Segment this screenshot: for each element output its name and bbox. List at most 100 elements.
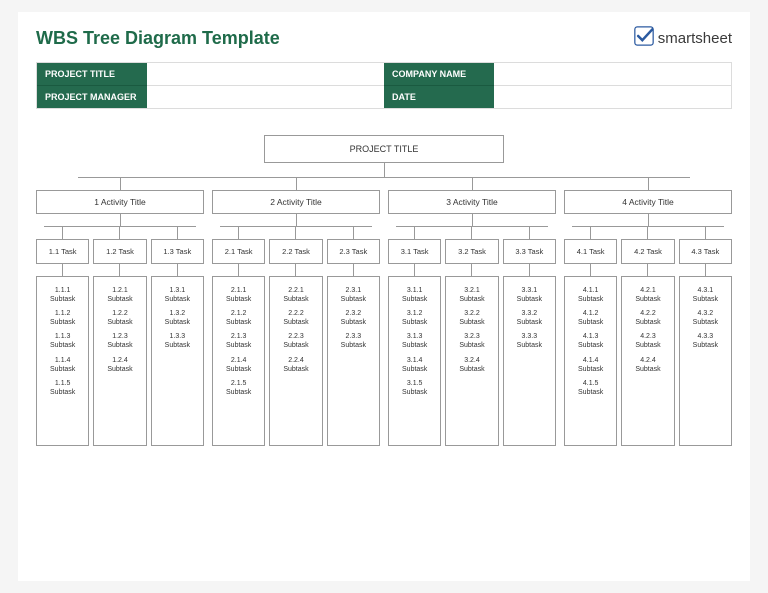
- subtask-item: 1.1.3Subtask: [39, 332, 86, 350]
- page: WBS Tree Diagram Template smartsheet PRO…: [18, 12, 750, 581]
- date-label: DATE: [384, 86, 494, 108]
- task-node: 4.3 Task: [679, 239, 732, 264]
- subtask-item: 4.1.4Subtask: [567, 356, 614, 374]
- connector: [471, 227, 472, 239]
- subtask-node: 1.1.1Subtask1.1.2Subtask1.1.3Subtask1.1.…: [36, 276, 89, 446]
- company-name-label: COMPANY NAME: [384, 63, 494, 86]
- subtask-item: 2.2.2Subtask: [272, 309, 319, 327]
- subtask-item: 2.2.1Subtask: [272, 286, 319, 304]
- connector: [120, 214, 121, 226]
- connector: [705, 227, 706, 239]
- task-node: 4.2 Task: [621, 239, 674, 264]
- connector: [119, 264, 120, 276]
- task-node: 1.2 Task: [93, 239, 146, 264]
- connector: [177, 264, 178, 276]
- connector: [647, 227, 648, 239]
- connector: [471, 264, 472, 276]
- subtask-node: 3.2.1Subtask3.2.2Subtask3.2.3Subtask3.2.…: [445, 276, 498, 446]
- connector: [648, 214, 649, 226]
- connector: [590, 227, 591, 239]
- subtask-item: 3.3.3Subtask: [506, 332, 553, 350]
- activity-column: 2 Activity Title2.1 Task2.1.1Subtask2.1.…: [212, 178, 380, 446]
- task-column: 3.1 Task3.1.1Subtask3.1.2Subtask3.1.3Sub…: [388, 227, 441, 446]
- subtask-item: 4.3.2Subtask: [682, 309, 729, 327]
- task-column: 4.1 Task4.1.1Subtask4.1.2Subtask4.1.3Sub…: [564, 227, 617, 446]
- connector: [120, 178, 121, 190]
- connector: [353, 264, 354, 276]
- header: WBS Tree Diagram Template smartsheet: [36, 26, 732, 50]
- subtask-node: 3.1.1Subtask 3.1.2Subtask 3.1.3Subtask 3.1.…: [388, 276, 441, 446]
- subtask-item: 4.1.1Subtask: [567, 286, 614, 304]
- subtask-item: 4.1.2Subtask: [567, 309, 614, 327]
- subtask-item: 1.2.2Subtask: [96, 309, 143, 327]
- task-column: 1.3 Task1.3.1Subtask1.3.2Subtask1.3.3Sub…: [151, 227, 204, 446]
- subtask-item: 1.1.1Subtask: [39, 286, 86, 304]
- connector: [238, 227, 239, 239]
- subtask-node: 1.2.1Subtask1.2.2Subtask1.2.3Subtask1.2.…: [93, 276, 146, 446]
- subtask-item: 3.1.4Subtask: [391, 356, 438, 374]
- subtask-item: 3.2.2Subtask: [448, 309, 495, 327]
- subtask-item: 2.1.5Subtask: [215, 379, 262, 397]
- task-node: 1.1 Task: [36, 239, 89, 264]
- subtask-item: 1.2.3Subtask: [96, 332, 143, 350]
- connector: [238, 264, 239, 276]
- subtask-item: 2.1.1Subtask: [215, 286, 262, 304]
- task-column: 2.3 Task 2.3.1Subtask2.3.2Subtask2.3.3Sub…: [327, 227, 380, 446]
- subtask-item: 3.2.4Subtask: [448, 356, 495, 374]
- subtask-item: 3.1.5Subtask: [391, 379, 438, 397]
- subtask-node: 4.2.1Subtask4.2.2Subtask4.2.3Subtask4.2.…: [621, 276, 674, 446]
- subtask-item: 2.1.3Subtask: [215, 332, 262, 350]
- subtask-item: 3.1.3Subtask: [391, 332, 438, 350]
- subtask-item: 3.1.1Subtask: [391, 286, 438, 304]
- task-column: 4.2 Task4.2.1Subtask4.2.2Subtask4.2.3Sub…: [621, 227, 674, 446]
- activity-node: 3 Activity Title: [388, 190, 556, 214]
- subtask-item: 1.3.1Subtask: [154, 286, 201, 304]
- project-title-value[interactable]: [147, 63, 384, 86]
- connector: [414, 264, 415, 276]
- subtask-item: 1.1.5Subtask: [39, 379, 86, 397]
- activity-node: 1 Activity Title: [36, 190, 204, 214]
- connector: [414, 227, 415, 239]
- subtask-item: 3.2.3Subtask: [448, 332, 495, 350]
- task-node: 2.3 Task: [327, 239, 380, 264]
- root-node: PROJECT TITLE: [264, 135, 504, 163]
- subtask-node: 2.1.1Subtask2.1.2Subtask2.1.3Subtask2.1.…: [212, 276, 265, 446]
- task-node: 3.2 Task: [445, 239, 498, 264]
- subtask-node: 2.3.1Subtask2.3.2Subtask2.3.3Subtask: [327, 276, 380, 446]
- activity-column: 3 Activity Title3.1 Task3.1.1Subtask3.1.…: [388, 178, 556, 446]
- project-manager-value[interactable]: [147, 86, 384, 108]
- task-column: 1.1 Task 1.1.1Subtask1.1.2Subtask1.1.3Sub…: [36, 227, 89, 446]
- connector: [353, 227, 354, 239]
- connector: [296, 178, 297, 190]
- date-value[interactable]: [494, 86, 731, 108]
- company-name-value[interactable]: [494, 63, 731, 86]
- brand-name: smartsheet: [658, 30, 732, 47]
- connector: [384, 163, 385, 177]
- activities-row: 1 Activity Title1.1 Task1.1.1Subtask1.1.…: [36, 178, 732, 446]
- task-node: 4.1 Task: [564, 239, 617, 264]
- subtask-item: 2.2.3Subtask: [272, 332, 319, 350]
- subtask-item: 4.3.1Subtask: [682, 286, 729, 304]
- project-title-label: PROJECT TITLE: [37, 63, 147, 86]
- task-node: 3.3 Task: [503, 239, 556, 264]
- project-manager-label: PROJECT MANAGER: [37, 86, 147, 108]
- connector: [648, 178, 649, 190]
- activity-node: 2 Activity Title: [212, 190, 380, 214]
- activity-column: 4 Activity Title4.1 Task4.1.1Subtask4.1.…: [564, 178, 732, 446]
- subtask-item: 1.1.4Subtask: [39, 356, 86, 374]
- connector: [647, 264, 648, 276]
- subtask-item: 3.1.2Subtask: [391, 309, 438, 327]
- subtask-item: 3.3.2Subtask: [506, 309, 553, 327]
- subtask-item: 4.2.1Subtask: [624, 286, 671, 304]
- connector: [472, 178, 473, 190]
- subtask-node: 3.3.1Subtask3.3.2Subtask3.3.3Subtask: [503, 276, 556, 446]
- brand-logo: smartsheet: [634, 26, 732, 50]
- connector: [705, 264, 706, 276]
- connector: [529, 227, 530, 239]
- task-column: 3.3 Task3.3.1Subtask3.3.2Subtask3.3.3Sub…: [503, 227, 556, 446]
- subtask-node: 4.3.1Subtask4.3.2Subtask4.3.3Subtask: [679, 276, 732, 446]
- task-column: 3.2 Task3.2.1Subtask3.2.2Subtask3.2.3Sub…: [445, 227, 498, 446]
- subtask-node: 1.3.1Subtask1.3.2Subtask1.3.3Subtask: [151, 276, 204, 446]
- connector: [472, 214, 473, 226]
- subtask-item: 4.2.2Subtask: [624, 309, 671, 327]
